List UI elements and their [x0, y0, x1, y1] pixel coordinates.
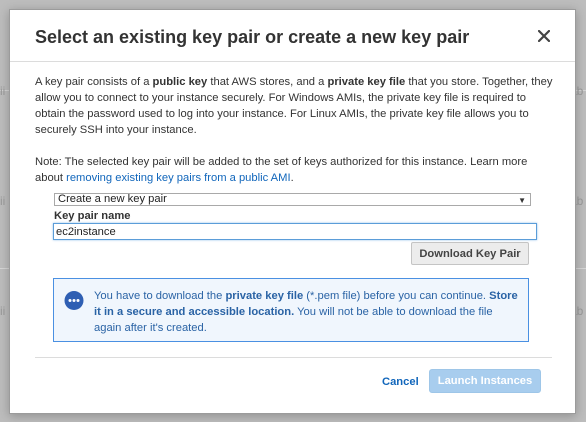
- private-key-term: private key file: [327, 76, 406, 88]
- key-pair-option-select[interactable]: Create a new key pair ▼: [54, 193, 531, 206]
- key-pair-name-label: Key pair name: [54, 210, 131, 222]
- download-info-text: You have to download the private key fil…: [94, 290, 518, 334]
- dialog-title: Select an existing key pair or create a …: [35, 27, 470, 47]
- key-pair-dialog: Select an existing key pair or create a …: [9, 9, 576, 414]
- public-key-term: public key: [152, 76, 208, 88]
- cancel-button[interactable]: Cancel: [382, 376, 419, 388]
- select-value: Create a new key pair: [58, 193, 167, 205]
- background-text-fragment: ii: [0, 194, 6, 208]
- key-pair-name-input[interactable]: [53, 223, 537, 240]
- remove-key-pairs-link[interactable]: removing existing key pairs from a publi…: [66, 172, 290, 184]
- download-info-alert: You have to download the private key fil…: [53, 278, 529, 342]
- launch-instances-button[interactable]: Launch Instances: [429, 369, 541, 393]
- background-text-fragment: ii: [0, 304, 6, 318]
- background-text-fragment: ii: [0, 84, 6, 98]
- dropdown-arrow-icon: ▼: [518, 196, 526, 205]
- key-pair-note: Note: The selected key pair will be adde…: [35, 156, 528, 184]
- footer-divider: [35, 357, 552, 358]
- dialog-header: Select an existing key pair or create a …: [10, 10, 575, 62]
- download-key-pair-button[interactable]: Download Key Pair: [411, 242, 529, 265]
- chat-bubble-icon: [64, 291, 84, 310]
- key-pair-description: A key pair consists of a public key that…: [35, 76, 553, 136]
- close-button[interactable]: [533, 25, 555, 47]
- close-icon: [538, 30, 550, 42]
